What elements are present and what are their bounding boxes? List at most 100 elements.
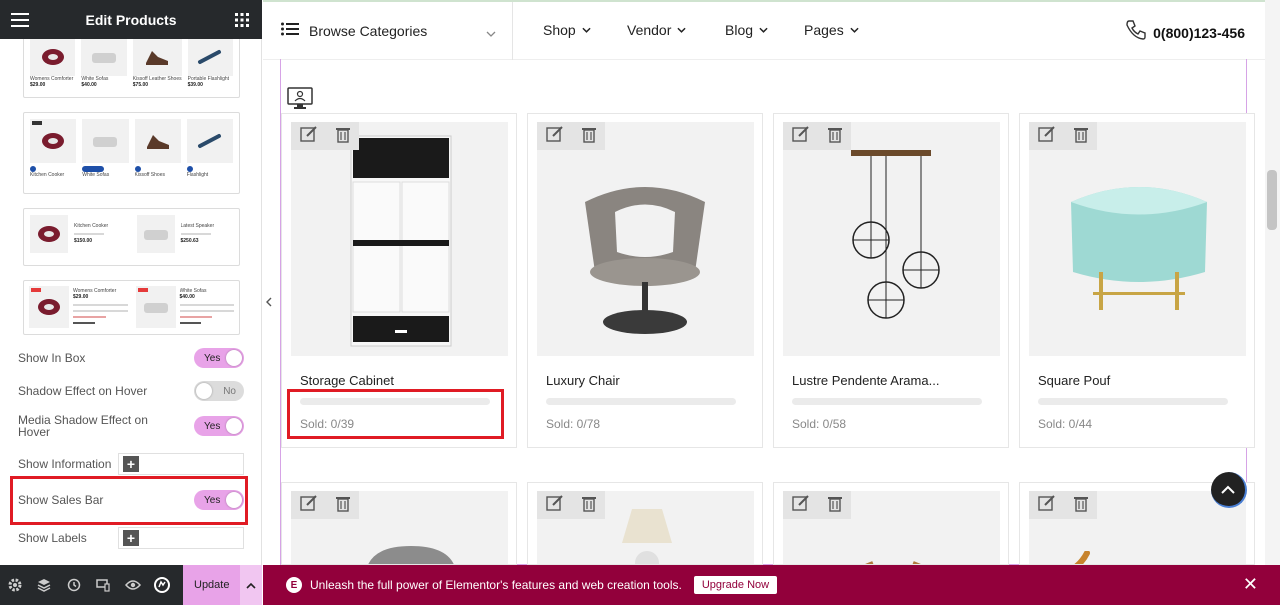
chevron-down-icon (850, 27, 859, 33)
site-header: Browse Categories Shop Vendor Blog Pages… (263, 0, 1265, 60)
browse-categories-label: Browse Categories (309, 23, 428, 39)
edit-icon[interactable] (299, 125, 318, 148)
edit-icon[interactable] (1037, 494, 1056, 517)
show-in-box-toggle[interactable]: Yes (194, 348, 244, 368)
edit-icon[interactable] (791, 494, 810, 517)
product-title[interactable]: Lustre Pendente Arama... (792, 373, 939, 388)
trash-icon[interactable] (581, 125, 597, 148)
settings-gear-icon[interactable] (0, 565, 30, 605)
product-card[interactable]: Square Pouf Sold: 0/44 (1019, 113, 1255, 448)
plus-icon[interactable]: + (123, 456, 139, 472)
layout-preset-3[interactable]: Kitchen Cooker $150.00 Latest Speaker $2… (23, 208, 240, 266)
product-image[interactable] (537, 491, 754, 564)
product-image[interactable] (783, 122, 1000, 356)
close-icon[interactable]: ✕ (1243, 575, 1258, 593)
product-image[interactable] (291, 491, 508, 564)
chevron-down-icon (759, 27, 768, 33)
trash-icon[interactable] (335, 125, 351, 148)
shadow-hover-toggle[interactable]: No (194, 381, 244, 401)
promo-text: Unleash the full power of Elementor's fe… (310, 578, 682, 592)
show-information-control: + (118, 453, 244, 475)
trash-icon[interactable] (827, 494, 843, 517)
edit-icon[interactable] (545, 125, 564, 148)
widgets-grid-icon[interactable] (232, 10, 252, 30)
product-title[interactable]: Luxury Chair (546, 373, 620, 388)
option-show-in-box: Show In Box Yes (18, 348, 244, 368)
mini-product-card: Latest Speaker $250.63 (136, 215, 234, 253)
scroll-to-top-button[interactable] (1211, 472, 1247, 508)
square-pouf-image (1071, 187, 1207, 310)
mini-product-card: Womens Comforter $29.00 (30, 39, 76, 88)
nav-shop[interactable]: Shop (543, 22, 591, 38)
phone-contact[interactable]: 0(800)123-456 (1125, 19, 1245, 46)
product-card[interactable] (773, 482, 1009, 565)
card-edit-tools (1029, 491, 1097, 519)
product-card[interactable]: Lustre Pendente Arama... Sold: 0/58 (773, 113, 1009, 448)
product-card[interactable] (527, 482, 763, 565)
trash-icon[interactable] (1073, 125, 1089, 148)
responsive-mode-icon[interactable] (89, 565, 119, 605)
layout-preset-1[interactable]: Womens Comforter $29.00 White Sofas $40.… (23, 39, 240, 98)
edit-icon[interactable] (1037, 125, 1056, 148)
product-image[interactable] (537, 122, 754, 356)
phone-icon (1125, 19, 1147, 46)
sold-count: Sold: 0/58 (792, 417, 847, 431)
edit-icon[interactable] (545, 494, 564, 517)
product-card[interactable]: Luxury Chair Sold: 0/78 (527, 113, 763, 448)
collapse-panel-chevron-left-icon[interactable] (262, 290, 276, 314)
highlight-box (287, 389, 504, 439)
product-image[interactable] (1029, 491, 1246, 564)
elementor-logo-icon: E (286, 577, 302, 593)
promo-banner: E Unleash the full power of Elementor's … (263, 565, 1280, 605)
mini-product-card: Womens Comforter $29.00 (29, 286, 128, 328)
mini-product-card: Kissoff Shoes (134, 119, 181, 178)
page-scrollbar[interactable] (1265, 0, 1280, 565)
elementor-panel: Edit Products Womens Comforter $29.00 Wh… (0, 0, 262, 605)
layout-preset-4[interactable]: Womens Comforter $29.00 White Sofas $40.… (23, 280, 240, 335)
plus-icon[interactable]: + (123, 530, 139, 546)
history-icon[interactable] (59, 565, 89, 605)
media-shadow-toggle[interactable]: Yes (194, 416, 244, 436)
panel-header: Edit Products (0, 0, 262, 39)
card-edit-tools (291, 122, 359, 150)
option-shadow-hover: Shadow Effect on Hover No (18, 381, 244, 401)
mini-product-card: Kitchen Cooker $150.00 (30, 215, 127, 253)
sold-count: Sold: 0/44 (1038, 417, 1093, 431)
upgrade-now-button[interactable]: Upgrade Now (693, 576, 778, 594)
product-title[interactable]: Square Pouf (1038, 373, 1110, 388)
edit-icon[interactable] (299, 494, 318, 517)
browse-categories-dropdown[interactable]: Browse Categories (281, 2, 513, 60)
nav-pages[interactable]: Pages (804, 22, 859, 38)
trash-icon[interactable] (335, 494, 351, 517)
card-edit-tools (1029, 122, 1097, 150)
hamburger-menu-icon[interactable] (10, 10, 30, 30)
trash-icon[interactable] (581, 494, 597, 517)
highlight-box (10, 476, 248, 525)
chevron-down-icon (486, 24, 496, 42)
product-title[interactable]: Storage Cabinet (300, 373, 394, 388)
card-edit-tools (783, 491, 851, 519)
card-edit-tools (537, 491, 605, 519)
update-options-chevron-up-icon[interactable] (240, 565, 262, 605)
preview-eye-icon[interactable] (118, 565, 148, 605)
product-image[interactable] (291, 122, 508, 356)
nav-blog[interactable]: Blog (725, 22, 768, 38)
layers-icon[interactable] (30, 565, 60, 605)
pendant-lamp-image (851, 150, 940, 319)
pro-logo-icon[interactable] (148, 565, 178, 605)
edit-icon[interactable] (791, 125, 810, 148)
update-button[interactable]: Update (183, 565, 241, 605)
layout-preset-2[interactable]: Kitchen Cooker White Sofas Kissoff Shoes… (23, 112, 240, 194)
product-card[interactable] (281, 482, 517, 565)
nav-vendor[interactable]: Vendor (627, 22, 686, 38)
trash-icon[interactable] (1073, 494, 1089, 517)
scrollbar-thumb[interactable] (1267, 170, 1277, 230)
product-image[interactable] (783, 491, 1000, 564)
panel-footer: Update (0, 565, 262, 605)
trash-icon[interactable] (827, 125, 843, 148)
card-edit-tools (783, 122, 851, 150)
sales-progress-bar (792, 398, 982, 405)
card-edit-tools (291, 491, 359, 519)
mini-product-card: Portable Flashlight $39.00 (187, 39, 233, 88)
product-image[interactable] (1029, 122, 1246, 356)
